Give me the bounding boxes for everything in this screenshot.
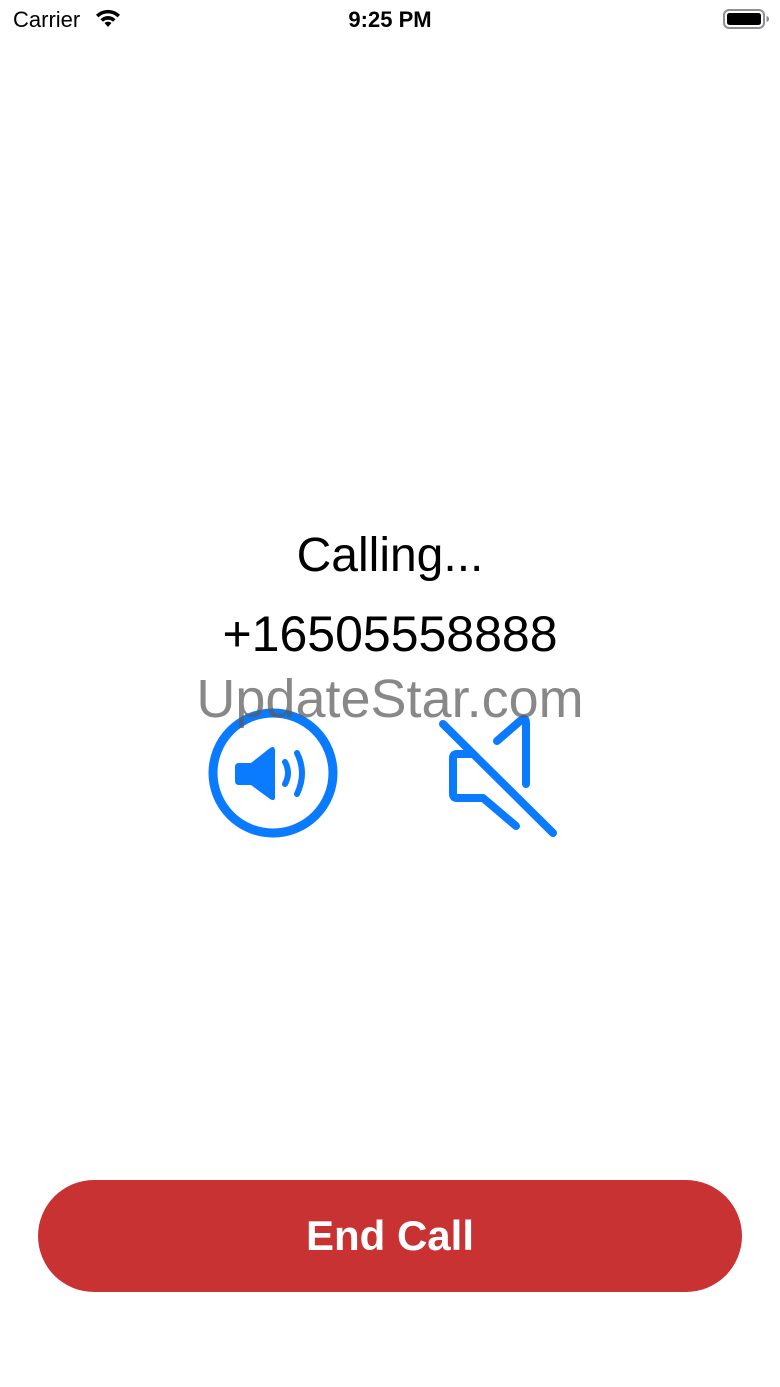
battery-icon bbox=[723, 8, 771, 30]
mute-button[interactable] bbox=[433, 711, 563, 841]
call-status-label: Calling... bbox=[296, 529, 484, 582]
status-bar: Carrier 9:25 PM bbox=[0, 0, 780, 40]
status-time: 9:25 PM bbox=[348, 7, 432, 32]
phone-number-label: +16505558888 bbox=[222, 606, 558, 662]
speaker-slash-icon bbox=[439, 714, 557, 837]
watermark: UpdateStar.com bbox=[196, 669, 584, 729]
end-call-button[interactable]: End Call bbox=[38, 1180, 742, 1292]
